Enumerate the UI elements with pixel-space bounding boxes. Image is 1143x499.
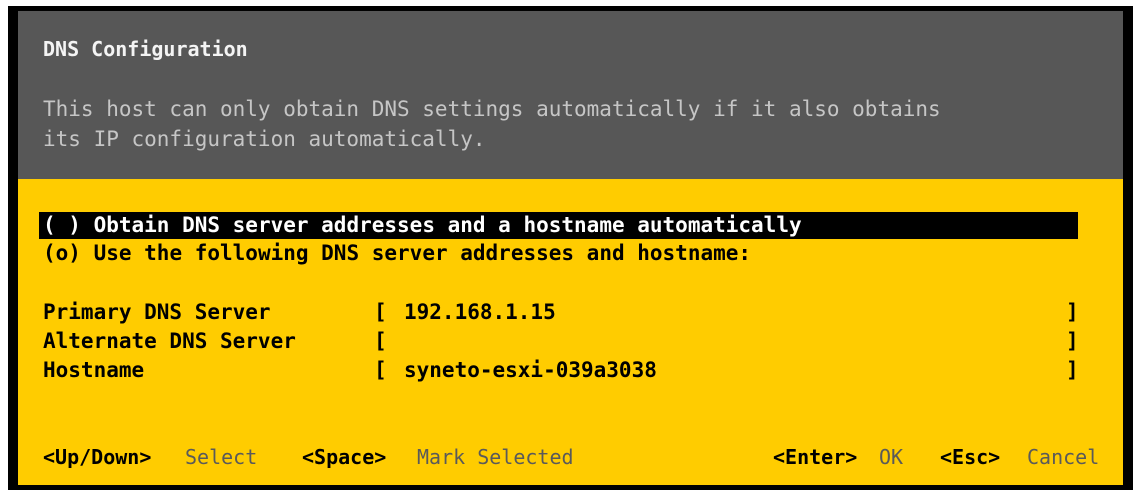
radio-marker: ( ) (43, 213, 81, 237)
updown-key[interactable]: <Up/Down> (43, 445, 151, 469)
radio-marker: (o) (43, 241, 81, 265)
hostname-bracket-close: ] (1066, 358, 1079, 382)
hostname-bracket-open: [ (374, 358, 387, 382)
hostname-field[interactable]: syneto-esxi-039a3038 (404, 358, 657, 382)
alternate-dns-label: Alternate DNS Server (43, 329, 296, 353)
option-use-following-dns[interactable]: (o) Use the following DNS server address… (43, 240, 751, 267)
updown-desc: Select (185, 445, 258, 469)
primary-dns-bracket-close: ] (1066, 300, 1079, 324)
option-obtain-dns-automatically[interactable]: ( ) Obtain DNS server addresses and a ho… (39, 212, 1078, 239)
dialog-title: DNS Configuration (43, 37, 248, 61)
option-label: Obtain DNS server addresses and a hostna… (93, 213, 802, 237)
primary-dns-label: Primary DNS Server (43, 300, 271, 324)
enter-key[interactable]: <Enter> (773, 445, 857, 469)
hostname-label: Hostname (43, 358, 145, 382)
primary-dns-field[interactable]: 192.168.1.15 (404, 300, 556, 324)
alternate-dns-bracket-open: [ (374, 329, 387, 353)
esc-key[interactable]: <Esc> (940, 445, 1000, 469)
space-key[interactable]: <Space> (302, 445, 386, 469)
space-desc: Mark Selected (417, 445, 574, 469)
option-label: Use the following DNS server addresses a… (93, 241, 752, 265)
alternate-dns-bracket-close: ] (1066, 329, 1079, 353)
primary-dns-bracket-open: [ (374, 300, 387, 324)
enter-desc: OK (879, 445, 904, 469)
dialog-description-line-1: This host can only obtain DNS settings a… (43, 97, 941, 121)
dialog-description-line-2: its IP configuration automatically. (43, 127, 486, 151)
esc-desc: Cancel (1027, 445, 1100, 469)
